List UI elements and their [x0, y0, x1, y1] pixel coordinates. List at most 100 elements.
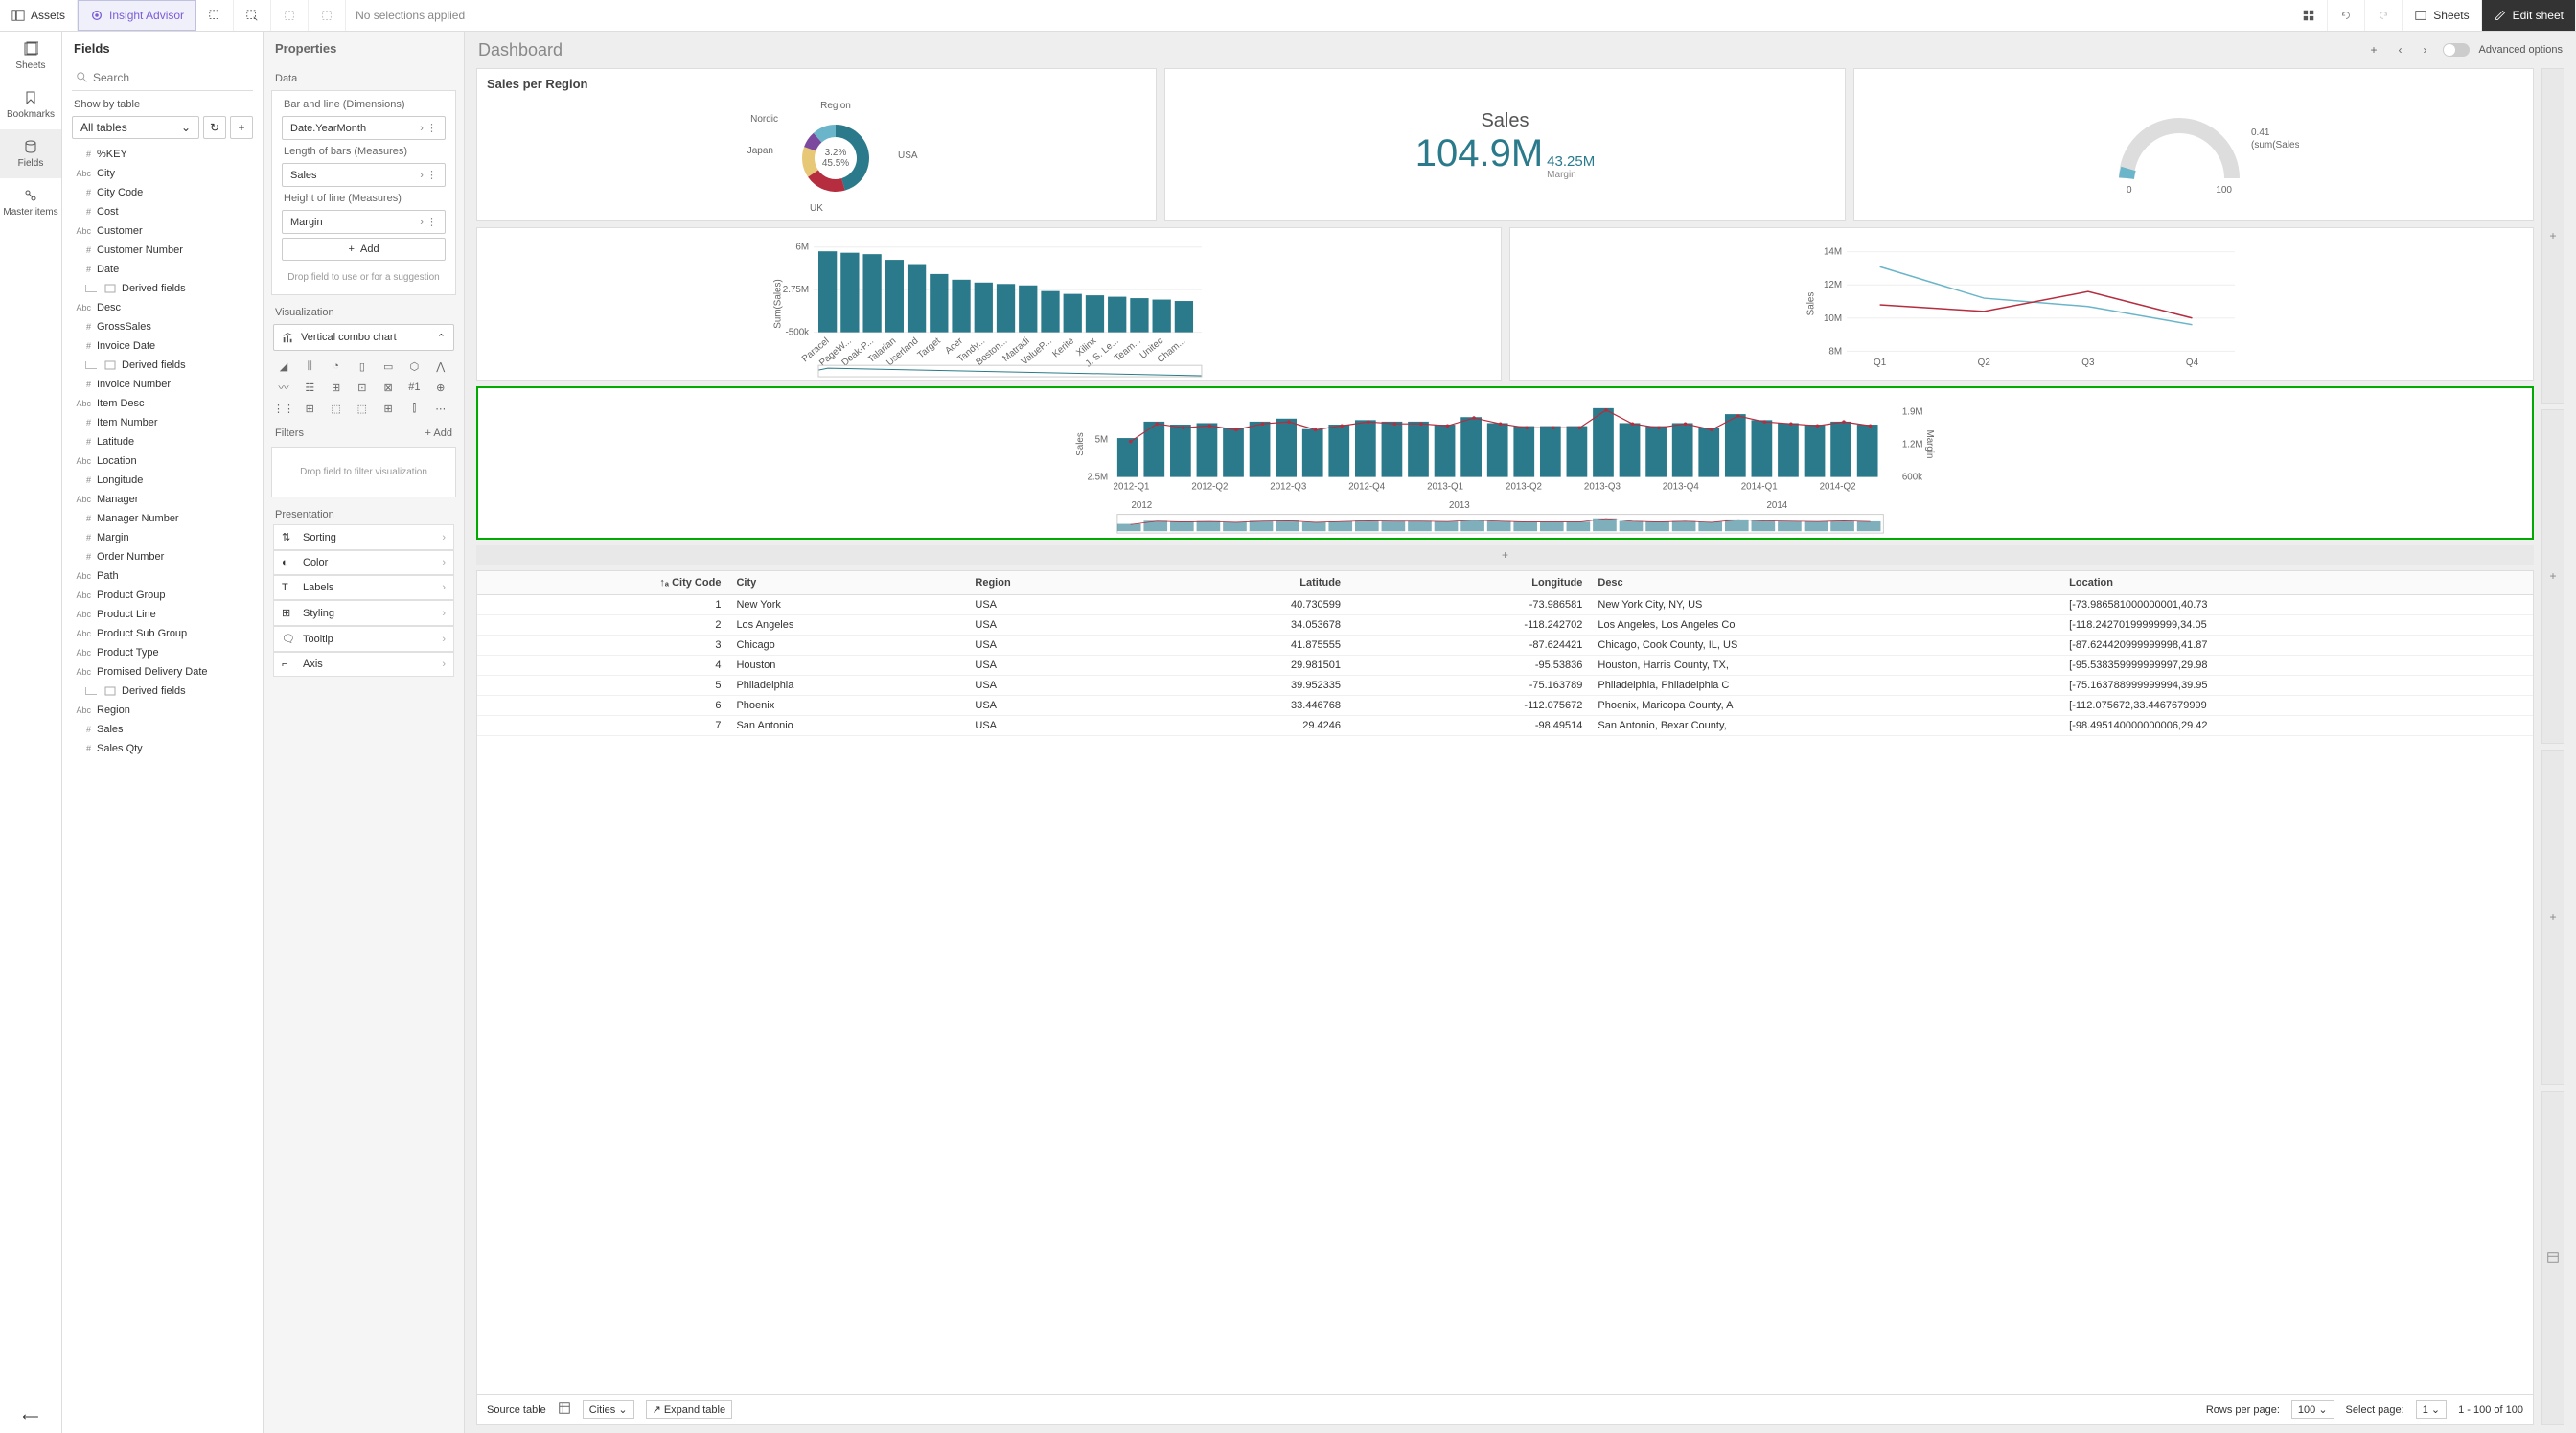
viz-type-icon[interactable]: ⊡ — [352, 378, 373, 397]
field-item[interactable]: Derived fields — [62, 682, 263, 701]
field-item[interactable]: #Sales — [62, 720, 263, 739]
field-item[interactable]: #%KEY — [62, 145, 263, 164]
field-item[interactable]: AbcProduct Group — [62, 586, 263, 605]
viz-type-icon[interactable]: ▭ — [378, 357, 399, 376]
field-item[interactable]: AbcCustomer — [62, 221, 263, 241]
viz-type-icon[interactable]: ⊞ — [299, 399, 320, 418]
viz-type-icon[interactable]: ⊠ — [378, 378, 399, 397]
add-measure-button[interactable]: + Add — [282, 238, 446, 261]
line-card[interactable]: Sales8M10M12M14MQ1Q2Q3Q4 — [1509, 227, 2535, 381]
donut-card[interactable]: Sales per Region 3.2%45.5%RegionNordicJa… — [476, 68, 1157, 221]
expand-table-button[interactable]: ↗ Expand table — [646, 1400, 733, 1419]
redo-button[interactable] — [2365, 0, 2403, 31]
viz-type-icon[interactable]: ⬚ — [326, 399, 347, 418]
viz-type-icon[interactable]: ◢ — [273, 357, 294, 376]
assets-button[interactable]: Assets — [0, 0, 78, 31]
field-item[interactable]: #GrossSales — [62, 317, 263, 336]
table-select[interactable]: All tables⌄ — [72, 116, 199, 139]
table-row[interactable]: 5PhiladelphiaUSA39.952335-75.163789Phila… — [477, 676, 2533, 696]
viz-type-icon[interactable]: ⋀ — [430, 357, 451, 376]
field-item[interactable]: #Sales Qty — [62, 739, 263, 758]
field-item[interactable]: Derived fields — [62, 279, 263, 298]
field-item[interactable]: Derived fields — [62, 356, 263, 375]
viz-type-icon[interactable]: ⬡ — [403, 357, 425, 376]
dashboard-title[interactable]: Dashboard — [478, 40, 2365, 60]
field-item[interactable]: AbcProduct Type — [62, 643, 263, 662]
add-row-button[interactable]: + — [476, 545, 2534, 565]
field-item[interactable]: AbcCity — [62, 164, 263, 183]
viz-type-icon[interactable]: ⊕ — [430, 378, 451, 397]
undo-button[interactable] — [2328, 0, 2365, 31]
next-sheet-button[interactable]: › — [2418, 39, 2433, 60]
field-item[interactable]: #Item Number — [62, 413, 263, 432]
field-item[interactable]: AbcItem Desc — [62, 394, 263, 413]
table-row[interactable]: 1New YorkUSA40.730599-73.986581New York … — [477, 595, 2533, 615]
pres-item-labels[interactable]: TLabels› — [273, 575, 454, 600]
field-item[interactable]: AbcDesc — [62, 298, 263, 317]
page-select[interactable]: 1 ⌄ — [2416, 1400, 2447, 1419]
pres-item-axis[interactable]: ⌐Axis› — [273, 652, 454, 677]
prev-sheet-button[interactable]: ‹ — [2393, 39, 2408, 60]
field-item[interactable]: #Latitude — [62, 432, 263, 451]
rpp-select[interactable]: 100 ⌄ — [2291, 1400, 2334, 1419]
advanced-toggle[interactable] — [2443, 43, 2470, 57]
insight-advisor-button[interactable]: Insight Advisor — [78, 0, 196, 31]
viz-type-icon[interactable]: ⫼ — [299, 357, 320, 376]
viz-type-icon[interactable]: ▯ — [352, 357, 373, 376]
viz-type-icon[interactable]: ☷ — [299, 378, 320, 397]
field-item[interactable]: AbcProduct Line — [62, 605, 263, 624]
measure-sales-pill[interactable]: Sales› ⋮ — [282, 163, 446, 187]
field-item[interactable]: #City Code — [62, 183, 263, 202]
smart-search-button[interactable] — [196, 0, 234, 31]
add-slot-4[interactable] — [2542, 1091, 2564, 1426]
pres-item-sorting[interactable]: ⇅Sorting› — [273, 524, 454, 550]
rail-bookmarks[interactable]: Bookmarks — [0, 81, 61, 129]
edit-sheet-button[interactable]: Edit sheet — [2482, 0, 2576, 31]
pres-item-color[interactable]: ◐Color› — [273, 550, 454, 575]
combo-card[interactable]: SalesMargin2.5M5M600k1.2M1.9M2012-Q12012… — [476, 386, 2534, 540]
rail-sheets[interactable]: Sheets — [0, 32, 61, 81]
field-item[interactable]: AbcRegion — [62, 701, 263, 720]
add-slot-2[interactable]: + — [2542, 409, 2564, 745]
pres-item-styling[interactable]: ⊞Styling› — [273, 600, 454, 626]
refresh-button[interactable]: ↻ — [203, 116, 226, 139]
viz-type-icon[interactable]: ⊞ — [326, 378, 347, 397]
viz-type-icon[interactable]: ⬚ — [352, 399, 373, 418]
data-table[interactable]: ↑ₐ City CodeCityRegionLatitudeLongitudeD… — [477, 571, 2533, 736]
add-slot-3[interactable]: + — [2542, 750, 2564, 1085]
rail-master-items[interactable]: Master items — [0, 178, 61, 227]
viz-type-icon[interactable]: ⫿ — [403, 399, 425, 418]
viz-type-select[interactable]: Vertical combo chart⌃ — [273, 324, 454, 351]
bar-card[interactable]: Sum(Sales)-500k2.75M6MParacelPageW...Dea… — [476, 227, 1502, 381]
field-list[interactable]: #%KEYAbcCity#City Code#CostAbcCustomer#C… — [62, 145, 263, 1433]
field-item[interactable]: AbcLocation — [62, 451, 263, 471]
field-item[interactable]: #Invoice Number — [62, 375, 263, 394]
step-back-button[interactable] — [271, 0, 309, 31]
field-item[interactable]: #Invoice Date — [62, 336, 263, 356]
field-item[interactable]: #Date — [62, 260, 263, 279]
field-item[interactable]: AbcPath — [62, 566, 263, 586]
sheets-button[interactable]: Sheets — [2403, 0, 2481, 31]
add-slot-1[interactable]: + — [2542, 68, 2564, 404]
table-row[interactable]: 2Los AngelesUSA34.053678-118.242702Los A… — [477, 615, 2533, 636]
field-item[interactable]: #Cost — [62, 202, 263, 221]
add-filter-button[interactable]: + Add — [426, 428, 452, 439]
gauge-card[interactable]: 0.41 (sum(Sales) - sum(... 0 100 — [1853, 68, 2534, 221]
field-item[interactable]: #Longitude — [62, 471, 263, 490]
add-button[interactable]: + — [2365, 39, 2383, 60]
viz-type-icon[interactable]: ⊞ — [378, 399, 399, 418]
viz-type-icon[interactable]: ◔ — [326, 357, 347, 376]
fields-search-input[interactable] — [89, 69, 249, 86]
table-row[interactable]: 6PhoenixUSA33.446768-112.075672Phoenix, … — [477, 696, 2533, 716]
viz-type-icon[interactable]: #1 — [403, 378, 425, 397]
field-item[interactable]: AbcPromised Delivery Date — [62, 662, 263, 682]
table-row[interactable]: 3ChicagoUSA41.875555-87.624421Chicago, C… — [477, 636, 2533, 656]
viz-type-icon[interactable]: ⋯ — [430, 399, 451, 418]
pres-item-tooltip[interactable]: 🗨Tooltip› — [273, 626, 454, 652]
table-row[interactable]: 7San AntonioUSA29.4246-98.49514San Anton… — [477, 716, 2533, 736]
viz-type-icon[interactable]: ⋮⋮ — [273, 399, 294, 418]
rail-fields[interactable]: Fields — [0, 129, 61, 178]
field-item[interactable]: #Order Number — [62, 547, 263, 566]
rail-collapse-button[interactable]: ⟵ — [0, 1400, 61, 1433]
dimension-pill[interactable]: Date.YearMonth› ⋮ — [282, 116, 446, 140]
